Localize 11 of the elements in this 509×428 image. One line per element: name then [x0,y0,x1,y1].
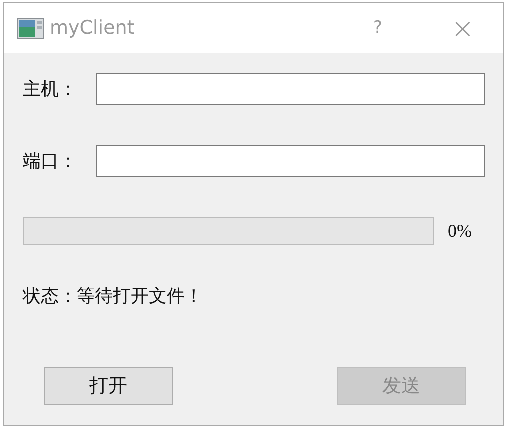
open-button[interactable]: 打开 [44,367,173,405]
input-field[interactable] [96,144,485,176]
field-label: 主机： [23,78,78,100]
progress-reading: 0% [448,220,472,242]
status-text: 状态：等待打开文件！ [23,285,204,308]
window-app-icon [17,18,44,38]
help-button[interactable]: ? [363,8,393,48]
window-title: myClient [50,17,135,39]
close-button[interactable]: × [443,8,483,48]
input-field[interactable] [96,72,485,104]
field-label: 端口： [23,150,78,172]
